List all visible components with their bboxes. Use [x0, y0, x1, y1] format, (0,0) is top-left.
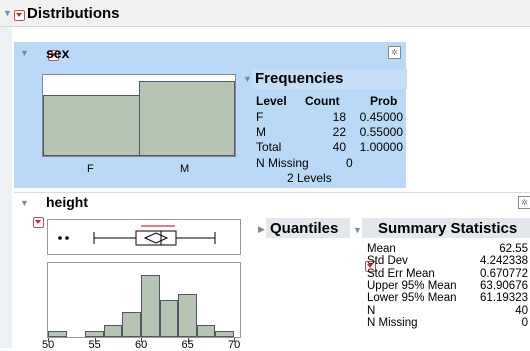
sex-disclosure-icon[interactable]: ▼ — [20, 48, 29, 58]
summary-stat-value: 0.670772 — [480, 267, 528, 280]
height-boxplot — [58, 225, 216, 246]
distributions-red-triangle-menu-icon[interactable] — [14, 10, 25, 21]
histogram-tick-label: 70 — [228, 339, 241, 351]
histogram-tick-label: 50 — [42, 339, 55, 351]
histogram-bar[interactable] — [122, 312, 141, 337]
freq-row-m-count: 22 — [332, 125, 346, 139]
freq-col-prob: Prob — [370, 94, 398, 108]
sex-xlabel-f: F — [87, 163, 94, 175]
summary-stat-label: N — [367, 304, 376, 317]
freq-col-level: Level — [256, 94, 287, 108]
summary-stat-label: Mean — [367, 243, 396, 255]
height-red-triangle-menu-icon[interactable] — [33, 217, 44, 228]
quantiles-disclosure-icon[interactable]: ▶ — [258, 224, 265, 235]
freq-row-f-count: 18 — [332, 110, 346, 124]
summary-stat-value: 63.90676 — [480, 279, 528, 292]
sex-header — [14, 42, 406, 64]
sex-options-icon[interactable]: ✲ — [388, 46, 401, 59]
summary-stat-label: N Missing — [367, 316, 418, 329]
summary-title: Summary Statistics — [378, 220, 518, 237]
freq-row-total-count: 40 — [332, 140, 346, 154]
histogram-tick-label: 55 — [88, 339, 101, 351]
histogram-bar[interactable] — [85, 330, 104, 337]
histogram-bar[interactable] — [215, 330, 234, 337]
height-disclosure-icon[interactable]: ▼ — [20, 198, 29, 208]
histogram-bar[interactable] — [103, 324, 123, 337]
freq-nmissing-value: 0 — [346, 156, 353, 170]
sex-title: sex — [46, 45, 70, 61]
histogram-bar[interactable] — [141, 275, 160, 337]
freq-row-total-level: Total — [256, 140, 282, 154]
height-options-icon[interactable]: ✲ — [518, 196, 530, 209]
summary-stat-value: 40 — [515, 304, 528, 317]
summary-stat-label: Std Err Mean — [367, 267, 435, 280]
freq-row-f-prob: 0.45000 — [359, 110, 403, 124]
freq-nmissing-label: N Missing — [256, 156, 309, 170]
summary-stat-value: 61.19323 — [480, 292, 528, 305]
freq-row-f-level: F — [256, 110, 264, 124]
sex-bar[interactable] — [43, 94, 140, 156]
histogram-tick-label: 65 — [181, 339, 194, 351]
quantiles-title[interactable]: Quantiles — [270, 220, 338, 237]
height-title: height — [46, 194, 88, 210]
distributions-disclosure-icon[interactable]: ▼ — [3, 8, 12, 18]
sex-bar[interactable] — [139, 81, 235, 156]
histogram-bar[interactable] — [196, 324, 216, 337]
summary-stat-value: 62.55 — [499, 243, 528, 255]
histogram-tick-label: 60 — [135, 339, 148, 351]
summary-stat-value: 0 — [521, 316, 528, 329]
height-header — [14, 192, 530, 213]
summary-disclosure-icon[interactable]: ▼ — [353, 225, 362, 235]
outlier-point — [65, 236, 69, 240]
outlier-point — [58, 236, 62, 240]
freq-levels: 2 Levels — [287, 171, 332, 185]
left-gutter — [0, 0, 12, 348]
summary-stat-label: Std Dev — [367, 255, 408, 268]
summary-stat-label: Upper 95% Mean — [367, 279, 457, 292]
freq-row-m-level: M — [256, 125, 266, 139]
summary-stat-label: Lower 95% Mean — [367, 292, 457, 305]
histogram-bar[interactable] — [178, 293, 197, 337]
distributions-title: Distributions — [27, 5, 120, 22]
frequencies-title: Frequencies — [255, 70, 344, 87]
frequencies-disclosure-icon[interactable]: ▼ — [243, 74, 252, 84]
freq-row-total-prob: 1.00000 — [359, 140, 403, 154]
summary-stat-value: 4.242338 — [480, 255, 528, 268]
histogram-bar[interactable] — [159, 299, 179, 337]
sex-xlabel-m: M — [180, 163, 190, 175]
freq-col-count: Count — [305, 94, 340, 108]
freq-row-m-prob: 0.55000 — [359, 125, 403, 139]
histogram-bar[interactable] — [48, 330, 67, 337]
